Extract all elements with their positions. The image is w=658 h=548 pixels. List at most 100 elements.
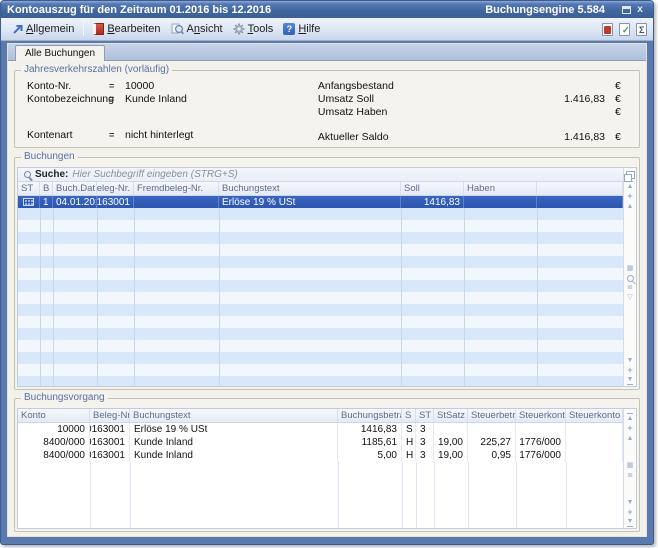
cell-st: 3	[416, 449, 434, 462]
cell-steuerkonto2	[566, 449, 623, 462]
group-buchungsvorgang: Buchungsvorgang Konto Beleg-Nr. Buchungs…	[14, 398, 640, 532]
voucher-nav-strip: ▲ + ▲ ▦ ≣ ▼ + ▼	[623, 408, 637, 529]
restore-button[interactable]	[619, 4, 633, 16]
cell-buchungsbetrag: 5,00	[338, 449, 402, 462]
document-check-icon[interactable]: ✓	[619, 23, 630, 36]
cell-steuerkonto2	[566, 423, 623, 436]
column-chooser-icon[interactable]	[626, 171, 635, 179]
edit-book-icon	[93, 23, 104, 35]
summary-left-column: Konto-Nr. = 10000 Kontobezeichnung = Kun…	[27, 79, 304, 143]
list-view-icon[interactable]: ≣	[624, 470, 636, 480]
bookings-nav-strip: ▲ + ▲ ▦ ≣ ▽ ▼ + ▼	[623, 167, 637, 387]
scroll-up-icon[interactable]: +	[624, 423, 636, 433]
booking-grid-icon	[23, 198, 34, 206]
column-header-s[interactable]: S	[402, 409, 416, 422]
scroll-first-icon[interactable]: ▲	[624, 181, 636, 191]
column-header-soll[interactable]: Soll	[401, 182, 464, 195]
selected-booking-row[interactable]: 1 04.01.2016 20163001 Erlöse 19 % USt 14…	[18, 196, 623, 208]
search-input[interactable]: Hier Suchbegriff eingeben (STRG+S)	[72, 169, 237, 180]
group-jahresverkehrszahlen: Jahresverkehrszahlen (vorläufig) Konto-N…	[14, 70, 640, 148]
scroll-last-icon[interactable]: ▼	[624, 375, 636, 385]
column-header-b[interactable]: B	[40, 182, 53, 195]
column-header-steuerkonto1[interactable]: Steuerkonto 1	[516, 409, 566, 422]
field-konto-nr: Konto-Nr. = 10000	[27, 79, 304, 92]
menu-tools[interactable]: Tools	[228, 21, 279, 37]
column-header-buchdat[interactable]: Buch.Dat.	[53, 182, 97, 195]
zoom-icon[interactable]	[627, 275, 634, 282]
column-header-empty[interactable]	[537, 182, 623, 195]
menu-ansicht[interactable]: Ansicht	[166, 21, 228, 37]
tab-panel: Jahresverkehrszahlen (vorläufig) Konto-N…	[8, 61, 646, 536]
bookings-body[interactable]: 1 04.01.2016 20163001 Erlöse 19 % USt 14…	[18, 196, 623, 386]
scroll-down-icon[interactable]: +	[624, 365, 636, 375]
scroll-last-icon[interactable]: ▼	[624, 517, 636, 527]
group-legend: Buchungsvorgang	[21, 392, 108, 403]
column-separator	[434, 462, 435, 528]
field-anfangsbestand: Anfangsbestand €	[318, 79, 629, 92]
bookings-header-row: ST B Buch.Dat. Beleg-Nr. Fremdbeleg-Nr. …	[18, 182, 623, 196]
menu-bearbeiten[interactable]: Bearbeiten	[88, 21, 165, 37]
euro-sign: €	[615, 106, 629, 118]
column-header-st[interactable]: ST	[416, 409, 434, 422]
scroll-down-icon[interactable]: +	[624, 507, 636, 517]
column-header-haben[interactable]: Haben	[464, 182, 537, 195]
row-type-icon-cell	[18, 196, 40, 208]
voucher-row[interactable]: 8400/000 20163001 Kunde Inland 1185,61 H…	[18, 436, 623, 449]
column-separator	[40, 208, 41, 386]
menu-bar: Allgemein Bearbeiten Ansicht Tools ? Hil…	[1, 18, 653, 41]
row-up-icon[interactable]: ▲	[624, 201, 636, 211]
column-header-konto[interactable]: Konto	[18, 409, 90, 422]
cell-b: 1	[40, 196, 53, 208]
column-separator	[338, 462, 339, 528]
menu-allgemein[interactable]: Allgemein	[7, 21, 79, 37]
cell-steuerkonto1: 1776/000	[516, 449, 566, 462]
cell-steuerbetrag	[468, 423, 516, 436]
cell-buchungstext: Erlöse 19 % USt	[219, 196, 401, 208]
cell-belegnr: 20163001	[90, 423, 130, 436]
column-header-st[interactable]: ST	[18, 182, 40, 195]
row-up-icon[interactable]: ▲	[624, 433, 636, 443]
column-header-buchungsbetrag[interactable]: Buchungsbetrag	[338, 409, 402, 422]
row-down-icon[interactable]: ▼	[624, 355, 636, 365]
filter-icon[interactable]: ▽	[624, 293, 636, 303]
search-bar[interactable]: Suche: Hier Suchbegriff eingeben (STRG+S…	[18, 168, 623, 182]
column-header-steuerbetrag[interactable]: Steuerbetrag	[468, 409, 516, 422]
close-button[interactable]: x	[633, 4, 647, 16]
group-legend: Buchungen	[21, 151, 78, 162]
print-document-icon[interactable]	[602, 23, 613, 36]
cell-haben	[464, 196, 537, 208]
column-separator	[566, 462, 567, 528]
cell-steuerkonto1	[516, 423, 566, 436]
voucher-row[interactable]: 10000 20163001 Erlöse 19 % USt 1416,83 S…	[18, 423, 623, 436]
column-header-fremdbelegnr[interactable]: Fremdbeleg-Nr.	[134, 182, 219, 195]
column-header-stsatz[interactable]: StSatz	[434, 409, 468, 422]
column-separator	[464, 208, 465, 386]
tab-alle-buchungen[interactable]: Alle Buchungen	[15, 45, 105, 61]
document-sum-icon[interactable]: Σ	[636, 23, 647, 36]
cell-steuerbetrag: 0,95	[468, 449, 516, 462]
content-area: Alle Buchungen Jahresverkehrszahlen (vor…	[7, 43, 647, 537]
grid-view-icon[interactable]: ▦	[624, 460, 636, 470]
cell-stsatz: 19,00	[434, 436, 468, 449]
voucher-row[interactable]: 8400/000 20163001 Kunde Inland 5,00 H 3 …	[18, 449, 623, 462]
title-bar[interactable]: Kontoauszug für den Zeitraum 01.2016 bis…	[1, 1, 653, 18]
column-separator	[401, 208, 402, 386]
menu-hilfe[interactable]: ? Hilfe	[278, 21, 325, 37]
column-header-buchungstext[interactable]: Buchungstext	[219, 182, 401, 195]
bookings-grid-wrap: Suche: Hier Suchbegriff eingeben (STRG+S…	[17, 167, 637, 387]
grid-view-icon[interactable]: ▦	[624, 264, 636, 274]
bookings-table: Suche: Hier Suchbegriff eingeben (STRG+S…	[17, 167, 623, 387]
column-header-steuerkonto2[interactable]: Steuerkonto 2	[566, 409, 623, 422]
view-magnifier-icon	[171, 23, 184, 35]
cell-s: S	[402, 423, 416, 436]
scroll-up-icon[interactable]: +	[624, 191, 636, 201]
app-window: Kontoauszug für den Zeitraum 01.2016 bis…	[0, 0, 654, 545]
column-header-belegnr[interactable]: Beleg-Nr.	[90, 409, 130, 422]
row-down-icon[interactable]: ▼	[624, 497, 636, 507]
column-header-buchungstext[interactable]: Buchungstext	[130, 409, 338, 422]
scroll-first-icon[interactable]: ▲	[624, 413, 636, 423]
equals-icon: =	[109, 81, 125, 91]
column-header-belegnr[interactable]: Beleg-Nr.	[97, 182, 134, 195]
app-name: Buchungsengine 5.584	[485, 4, 605, 16]
cell-stsatz	[434, 423, 468, 436]
